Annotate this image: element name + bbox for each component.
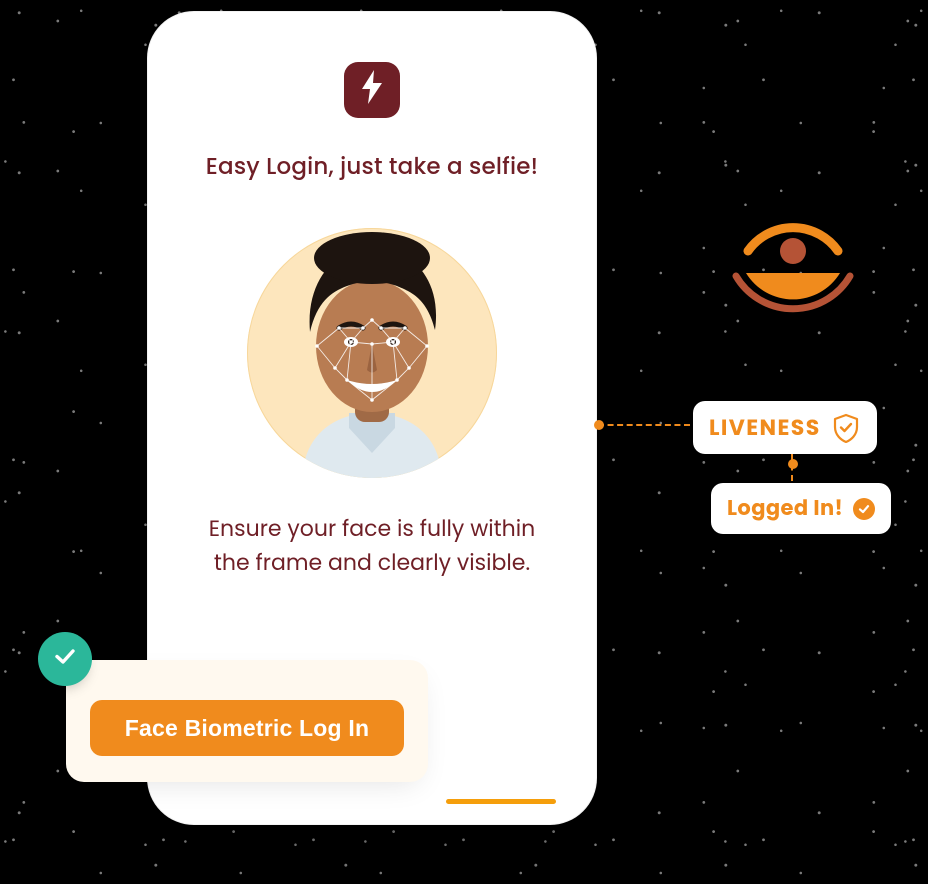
check-circle-icon	[853, 498, 875, 520]
success-badge	[38, 632, 92, 686]
selfie-preview[interactable]	[247, 228, 497, 478]
connector-dot	[788, 459, 798, 469]
progress-fill	[446, 799, 556, 804]
liveness-chip: LIVENESS	[693, 401, 877, 454]
progress-track	[188, 799, 556, 804]
check-icon	[52, 643, 78, 676]
connector-dot	[594, 420, 604, 430]
face-login-button-label: Face Biometric Log In	[125, 715, 369, 742]
smile-icon	[718, 196, 868, 346]
brand-badge	[344, 62, 400, 118]
headline: Easy Login, just take a selfie!	[188, 150, 556, 184]
shield-check-icon	[831, 413, 861, 443]
login-panel: Face Biometric Log In	[66, 660, 428, 782]
instruction-text: Ensure your face is fully within the fra…	[188, 512, 556, 580]
lightning-icon	[359, 70, 385, 111]
connector-line	[598, 424, 690, 426]
loggedin-label: Logged In!	[727, 493, 843, 524]
loggedin-chip: Logged In!	[711, 483, 891, 534]
face-avatar	[247, 228, 497, 478]
liveness-label: LIVENESS	[709, 411, 821, 444]
face-login-button[interactable]: Face Biometric Log In	[90, 700, 404, 756]
